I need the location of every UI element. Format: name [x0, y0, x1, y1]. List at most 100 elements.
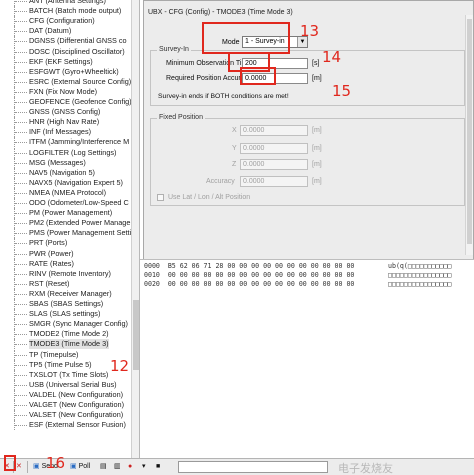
tree-item[interactable]: PMS (Power Management Setti [0, 228, 131, 239]
hex-dump-view: 0000 B5 62 06 71 28 00 00 00 00 00 00 00… [140, 259, 474, 459]
z-input[interactable]: 0.0000 [240, 159, 308, 170]
tree-item[interactable]: ESFGWT (Gyro+Wheeltick) [0, 66, 131, 77]
tree-connector [15, 102, 27, 103]
x-label: X [232, 127, 237, 134]
tree-item[interactable]: NMEA (NMEA Protocol) [0, 187, 131, 198]
tree-item-label: PMS (Power Management Setti [29, 228, 131, 238]
tree-connector [15, 11, 27, 13]
watermark: 电子发烧友 [338, 462, 393, 475]
config-scrollbar[interactable] [465, 15, 473, 255]
tree-item[interactable]: NAVX5 (Navigation Expert 5) [0, 177, 131, 188]
tree-item[interactable]: PRT (Ports) [0, 238, 131, 249]
tree-connector [15, 203, 27, 204]
tree-item[interactable]: DAT (Datum) [0, 26, 131, 37]
tree-connector [15, 152, 27, 154]
message-tree[interactable]: ANT (Antenna Settings) BATCH (Batch mode … [0, 0, 140, 458]
tree-item[interactable]: PWR (Power) [0, 248, 131, 259]
tree-connector [15, 405, 27, 406]
tree-item[interactable]: SLAS (SLAS settings) [0, 309, 131, 320]
tree-connector [15, 243, 27, 245]
tree-item[interactable]: RATE (Rates) [0, 258, 131, 269]
tree-item[interactable]: USB (Universal Serial Bus) [0, 379, 131, 390]
tree-item[interactable]: TMODE3 (Time Mode 3) [0, 339, 131, 350]
tree-scroll-thumb[interactable] [133, 300, 139, 370]
tree-connector [15, 425, 27, 427]
record-icon[interactable]: ● [128, 461, 132, 473]
tree-item[interactable]: DOSC (Disciplined Oscillator) [0, 46, 131, 57]
tree-connector [15, 293, 27, 295]
poll-button[interactable]: ▣ Poll [70, 461, 90, 473]
tree-connector [15, 273, 27, 275]
tree-item[interactable]: VALSET (New Configuration) [0, 410, 131, 421]
load-icon[interactable]: ▤ [100, 461, 107, 473]
tree-item[interactable]: BATCH (Batch mode output) [0, 6, 131, 17]
tree-item[interactable]: ITFM (Jamming/Interference M [0, 137, 131, 148]
tree-connector [15, 1, 27, 2]
bottom-toolbar: ✕ ✕ ▣ Send ▣ Poll ▤ ▥ ● ▾ ■ [0, 458, 474, 475]
close-icon[interactable]: ✕ [16, 461, 22, 473]
tree-item[interactable]: ESF (External Sensor Fusion) [0, 420, 131, 431]
tree-item[interactable]: PM (Power Management) [0, 208, 131, 219]
tree-item[interactable]: RINV (Remote Inventory) [0, 268, 131, 279]
tree-connector [15, 172, 27, 174]
tree-item[interactable]: INF (Inf Messages) [0, 127, 131, 138]
tree-item[interactable]: LOGFILTER (Log Settings) [0, 147, 131, 158]
tree-item-label: ITFM (Jamming/Interference M [29, 137, 130, 147]
tree-item[interactable]: ESRC (External Source Config) [0, 76, 131, 87]
command-input[interactable] [178, 461, 328, 473]
survey-in-title: Survey-In [157, 46, 191, 53]
tree-item[interactable]: GEOFENCE (Geofence Config) [0, 97, 131, 107]
save-icon[interactable]: ▥ [114, 461, 121, 473]
tree-item-label: TMODE2 (Time Mode 2) [29, 329, 109, 339]
tree-item[interactable]: TMODE2 (Time Mode 2) [0, 329, 131, 340]
dropdown-icon[interactable]: ▾ [142, 461, 146, 473]
accuracy-input[interactable]: 0.0000 [240, 176, 308, 187]
survey-in-note: Survey-in ends if BOTH conditions are me… [158, 93, 289, 100]
use-lla-label: Use Lat / Lon / Alt Position [168, 194, 251, 201]
use-lla-checkbox[interactable] [157, 194, 164, 201]
z-label: Z [232, 161, 237, 168]
tree-item[interactable]: ANT (Antenna Settings) [0, 0, 131, 6]
tree-item-label: MSG (Messages) [29, 157, 86, 167]
tree-connector [15, 132, 27, 134]
annotation-box-mode [202, 22, 290, 54]
x-input[interactable]: 0.0000 [240, 125, 308, 136]
tree-connector [15, 81, 27, 83]
tree-connector [15, 304, 27, 305]
tree-item[interactable]: PM2 (Extended Power Manage [0, 218, 131, 229]
tree-item[interactable]: DGNSS (Differential GNSS co [0, 36, 131, 47]
tree-item-label: RST (Reset) [29, 278, 70, 288]
stop-icon[interactable]: ■ [156, 461, 160, 473]
tree-connector [15, 31, 27, 33]
tree-item[interactable]: VALGET (New Configuration) [0, 400, 131, 410]
tree-connector [15, 364, 27, 366]
tree-item[interactable]: SBAS (SBAS Settings) [0, 299, 131, 309]
tree-connector [15, 233, 27, 235]
tree-item[interactable]: RXM (Receiver Manager) [0, 288, 131, 299]
tree-item[interactable]: FXN (Fix Now Mode) [0, 86, 131, 97]
tree-item[interactable]: NAV5 (Navigation 5) [0, 167, 131, 178]
tree-item-label: SBAS (SBAS Settings) [29, 299, 104, 308]
tree-item[interactable]: ODO (Odometer/Low-Speed C [0, 198, 131, 208]
annotation-14: 14 [322, 48, 342, 66]
tree-item-label: ANT (Antenna Settings) [29, 0, 106, 5]
tree-item-label: VALDEL (New Configuration) [29, 389, 124, 399]
tree-item[interactable]: VALDEL (New Configuration) [0, 389, 131, 400]
x-unit: [m] [312, 127, 322, 134]
tree-item[interactable]: GNSS (GNSS Config) [0, 107, 131, 118]
tree-item[interactable]: HNR (High Nav Rate) [0, 117, 131, 128]
tree-item[interactable]: RST (Reset) [0, 278, 131, 289]
hex-ascii: ub(q(□□□□□□□□□□□ [388, 262, 452, 270]
tree-item[interactable]: CFG (Configuration) [0, 16, 131, 27]
y-input[interactable]: 0.0000 [240, 143, 308, 154]
tree-item[interactable]: EKF (EKF Settings) [0, 56, 131, 67]
tree-item-label: TMODE3 (Time Mode 3) [29, 339, 109, 350]
config-scroll-thumb[interactable] [467, 19, 472, 244]
tree-connector [15, 354, 27, 356]
tree-item[interactable]: MSG (Messages) [0, 157, 131, 168]
tree-connector [15, 324, 27, 326]
tree-scrollbar[interactable] [131, 0, 139, 458]
tree-item[interactable]: SMGR (Sync Manager Config) [0, 319, 131, 330]
tree-connector [15, 192, 27, 194]
tree-item-label: ESRC (External Source Config) [29, 76, 131, 86]
